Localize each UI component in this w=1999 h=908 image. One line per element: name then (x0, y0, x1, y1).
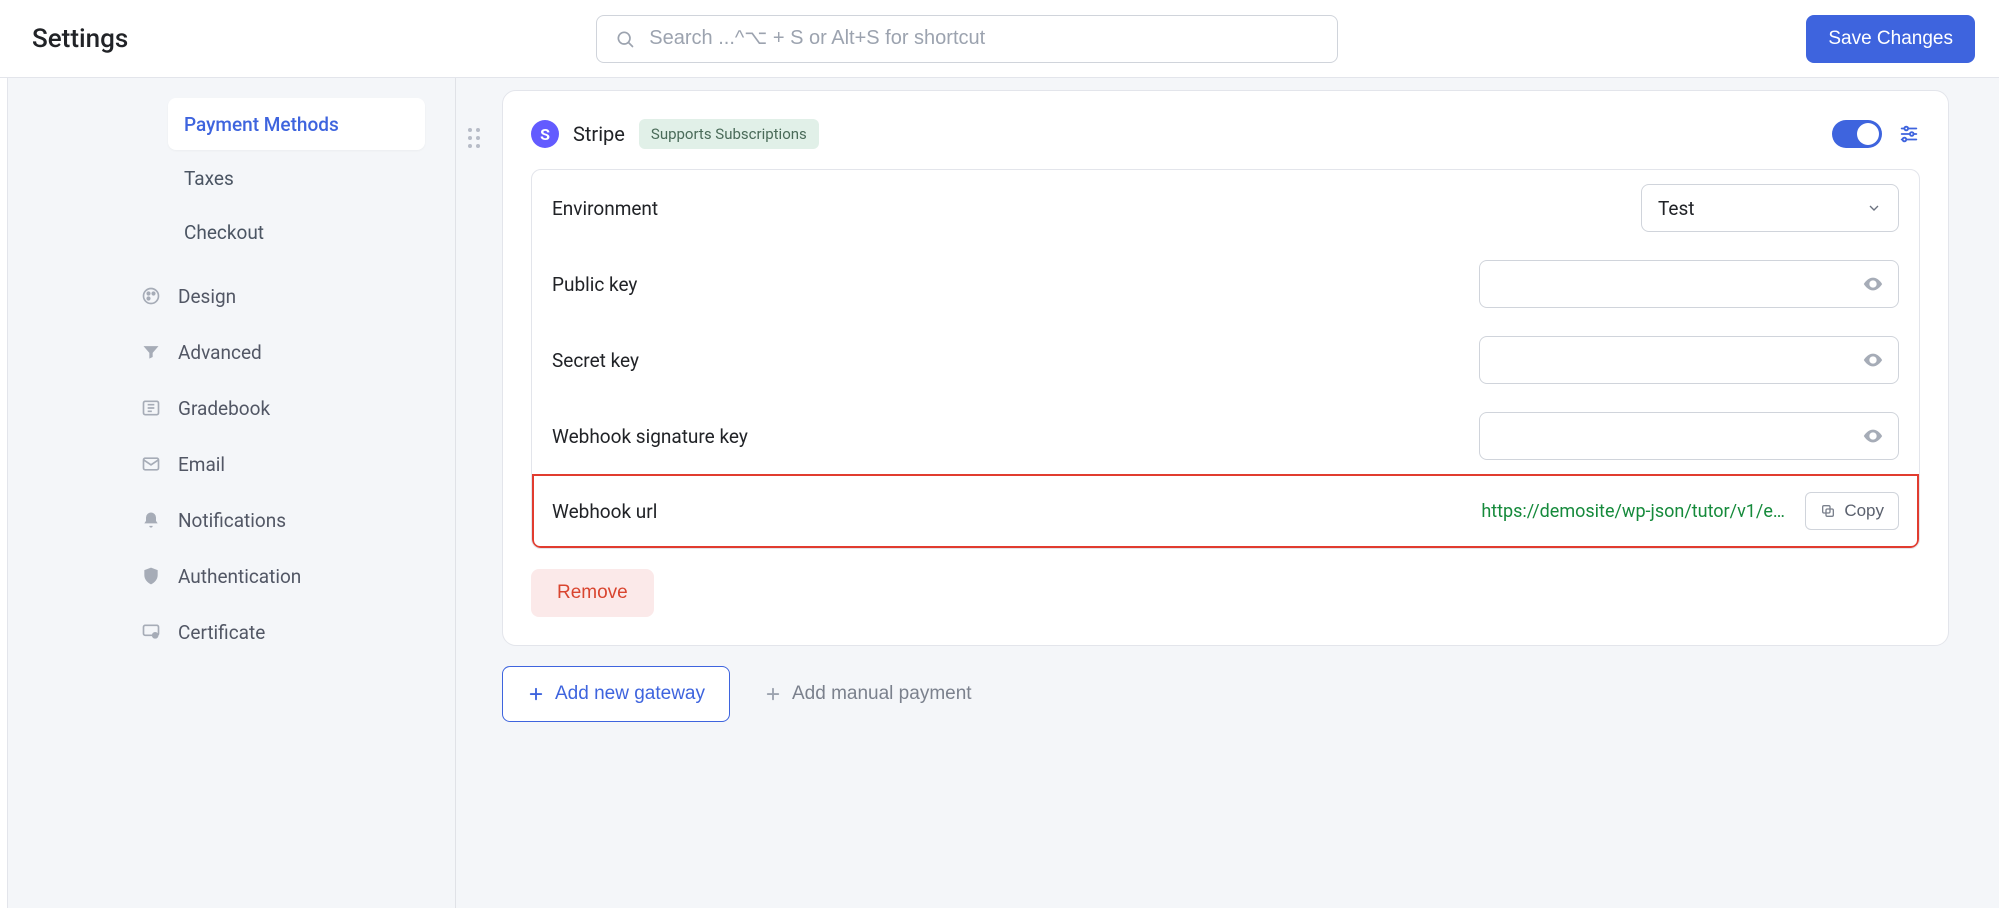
gateway-fields: Environment Test Public key (531, 169, 1920, 549)
copy-button[interactable]: Copy (1805, 492, 1899, 530)
sidebar-item-gradebook[interactable]: Gradebook (140, 380, 425, 436)
webhook-sig-label: Webhook signature key (552, 425, 992, 448)
environment-value: Test (1658, 197, 1695, 220)
sidebar-sub-label: Taxes (184, 167, 234, 190)
webhook-url-value: https://demosite/wp-json/tutor/v1/ecomme… (1481, 501, 1791, 522)
sidebar-sub-checkout[interactable]: Checkout (168, 206, 425, 258)
sidebar-item-authentication[interactable]: Authentication (140, 548, 425, 604)
funnel-icon (140, 341, 162, 363)
gradebook-icon (140, 397, 162, 419)
row-public-key: Public key (532, 246, 1919, 322)
sidebar: Payment Methods Taxes Checkout Design (8, 78, 456, 908)
add-manual-label: Add manual payment (792, 683, 972, 705)
row-webhook-sig: Webhook signature key (532, 398, 1919, 474)
sidebar-item-email[interactable]: Email (140, 436, 425, 492)
eye-icon[interactable] (1862, 349, 1884, 371)
public-key-label: Public key (552, 273, 992, 296)
sidebar-sub-label: Checkout (184, 221, 264, 244)
left-edge-strip (0, 78, 8, 908)
sidebar-item-label: Notifications (178, 509, 286, 532)
add-gateway-label: Add new gateway (555, 683, 705, 705)
secret-key-label: Secret key (552, 349, 992, 372)
environment-select[interactable]: Test (1641, 184, 1899, 232)
sidebar-item-label: Gradebook (178, 397, 270, 420)
chevron-down-icon (1866, 200, 1882, 216)
sidebar-item-label: Email (178, 453, 225, 476)
row-environment: Environment Test (532, 170, 1919, 246)
gateway-name: Stripe (573, 122, 625, 146)
topbar: Settings Save Changes (0, 0, 1999, 78)
sidebar-item-design[interactable]: Design (140, 268, 425, 324)
sidebar-sub-taxes[interactable]: Taxes (168, 152, 425, 204)
public-key-input[interactable] (1494, 274, 1862, 294)
row-webhook-url: Webhook url https://demosite/wp-json/tut… (532, 474, 1919, 548)
public-key-input-wrap (1479, 260, 1899, 308)
shield-icon (140, 565, 162, 587)
secret-key-input-wrap (1479, 336, 1899, 384)
eye-icon[interactable] (1862, 273, 1884, 295)
page-title: Settings (32, 24, 128, 54)
add-manual-button[interactable]: Add manual payment (764, 683, 972, 705)
secret-key-input[interactable] (1494, 350, 1862, 370)
row-secret-key: Secret key (532, 322, 1919, 398)
sidebar-item-notifications[interactable]: Notifications (140, 492, 425, 548)
sidebar-item-label: Design (178, 285, 236, 308)
plus-icon (527, 685, 545, 703)
sidebar-sub-payment-methods[interactable]: Payment Methods (168, 98, 425, 150)
certificate-icon (140, 621, 162, 643)
search-input[interactable] (649, 27, 1319, 50)
subscription-tag: Supports Subscriptions (639, 119, 819, 149)
gateway-enable-toggle[interactable] (1832, 120, 1882, 148)
search-field[interactable] (596, 15, 1338, 63)
stripe-logo-icon: S (531, 120, 559, 148)
bell-icon (140, 509, 162, 531)
sidebar-item-advanced[interactable]: Advanced (140, 324, 425, 380)
webhook-url-label: Webhook url (552, 500, 992, 523)
sliders-icon[interactable] (1898, 123, 1920, 145)
sidebar-sub-label: Payment Methods (184, 113, 339, 136)
remove-button[interactable]: Remove (531, 569, 654, 617)
sidebar-item-label: Certificate (178, 621, 265, 644)
eye-icon[interactable] (1862, 425, 1884, 447)
copy-icon (1820, 503, 1836, 519)
gateway-header: S Stripe Supports Subscriptions (531, 119, 1920, 149)
gateway-panel-stripe: S Stripe Supports Subscriptions Environm… (502, 90, 1949, 646)
save-changes-button[interactable]: Save Changes (1806, 15, 1975, 63)
environment-label: Environment (552, 197, 992, 220)
search-icon (615, 29, 635, 49)
add-gateway-button[interactable]: Add new gateway (502, 666, 730, 722)
mail-icon (140, 453, 162, 475)
main-content: S Stripe Supports Subscriptions Environm… (456, 78, 1999, 908)
copy-label: Copy (1844, 501, 1884, 521)
sidebar-item-label: Advanced (178, 341, 262, 364)
webhook-sig-input-wrap (1479, 412, 1899, 460)
drag-handle-icon[interactable] (467, 127, 481, 149)
plus-icon (764, 685, 782, 703)
palette-icon (140, 285, 162, 307)
sidebar-item-certificate[interactable]: Certificate (140, 604, 425, 660)
webhook-sig-input[interactable] (1494, 426, 1862, 446)
sidebar-item-label: Authentication (178, 565, 301, 588)
sidebar-subsection-monetization: Payment Methods Taxes Checkout (168, 98, 425, 258)
footer-actions: Add new gateway Add manual payment (502, 666, 1949, 722)
search-wrap (128, 15, 1806, 63)
